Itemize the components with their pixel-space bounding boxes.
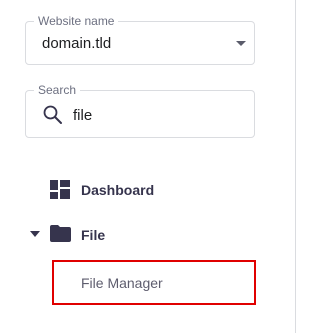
caret-down-icon[interactable]: [236, 41, 246, 46]
sidebar-item-file[interactable]: File: [30, 219, 260, 249]
sidebar-subitem-label: File Manager: [81, 275, 163, 291]
website-name-select[interactable]: Website name domain.tld: [25, 14, 255, 65]
dashboard-icon: [50, 180, 70, 204]
sidebar-item-label: File: [81, 227, 106, 243]
sidebar-item-dashboard[interactable]: Dashboard: [30, 174, 260, 204]
expand-arrow-icon[interactable]: [30, 231, 40, 237]
website-name-label: Website name: [34, 14, 119, 28]
sidebar-item-label: Dashboard: [81, 182, 155, 198]
search-label: Search: [34, 83, 81, 97]
search-icon: [42, 104, 64, 126]
sidebar-subitem-file-manager[interactable]: File Manager: [52, 260, 256, 305]
panel-divider: [295, 0, 296, 333]
search-input[interactable]: Search file: [25, 83, 255, 138]
website-name-value: domain.tld: [42, 35, 112, 52]
folder-icon: [50, 225, 71, 247]
search-value: file: [73, 107, 93, 124]
